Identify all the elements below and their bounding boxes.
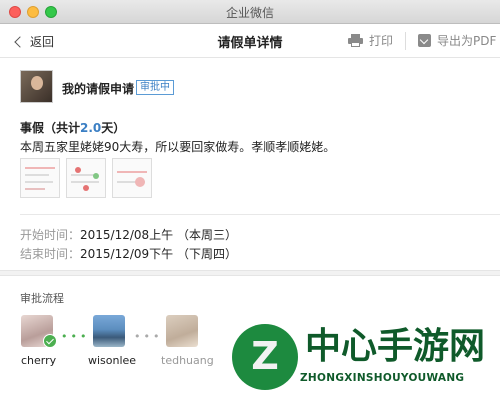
section-separator: [0, 270, 500, 276]
start-time-value: 2015/12/08上午 （本周三）: [80, 228, 237, 242]
leave-days: 2.0: [80, 121, 102, 135]
start-time-label: 开始时间：: [20, 228, 81, 242]
attachment-thumbnail-2[interactable]: [66, 158, 106, 198]
watermark-title: 中心手游网: [305, 325, 486, 367]
print-label: 打印: [369, 34, 394, 48]
start-time-row: 开始时间：2015/12/08上午 （本周三）: [20, 226, 237, 243]
flow-connector-done: •••: [61, 330, 90, 343]
nav-bar: 返回 请假单详情 打印 导出为PDF: [0, 25, 500, 58]
approver-avatar-wisonlee[interactable]: [93, 315, 125, 347]
window-titlebar: 企业微信: [0, 0, 500, 24]
attachment-thumbnail-1[interactable]: [20, 158, 60, 198]
printer-icon: [348, 34, 363, 47]
approver-avatar-tedhuang[interactable]: [166, 315, 198, 347]
approver-name: cherry: [21, 354, 57, 367]
approver-name: tedhuang: [161, 354, 214, 367]
end-time-row: 结束时间：2015/12/09下午 （下周四）: [20, 245, 237, 262]
section-divider: [20, 214, 500, 215]
print-button[interactable]: 打印: [348, 32, 393, 49]
window-title: 企业微信: [225, 6, 274, 20]
approved-check-icon: [43, 334, 57, 348]
end-time-value: 2015/12/09下午 （下周四）: [80, 247, 237, 261]
attachment-thumbnail-3[interactable]: [112, 158, 152, 198]
watermark-subtitle: ZHONGXINSHOUYOUWANG: [300, 372, 465, 384]
flow-connector-pending: •••: [134, 330, 163, 343]
export-label: 导出为PDF: [437, 34, 497, 48]
applicant-avatar: [20, 70, 53, 103]
toolbar-divider: [405, 32, 406, 50]
export-pdf-button[interactable]: 导出为PDF: [418, 32, 496, 49]
leave-reason: 本周五家里姥姥90大寿，所以要回家做寿。孝顺孝顺姥姥。: [20, 140, 336, 154]
request-title: 我的请假申请: [62, 82, 135, 96]
status-badge: 审批中: [136, 80, 174, 95]
end-time-label: 结束时间：: [20, 247, 81, 261]
watermark-logo-icon: [232, 324, 298, 390]
approval-flow-title: 审批流程: [20, 292, 64, 305]
approver-name: wisonlee: [88, 354, 137, 367]
download-icon: [418, 34, 431, 47]
leave-type-suffix: 天）: [101, 121, 126, 135]
leave-type: 事假（共计2.0天）: [20, 119, 125, 136]
leave-type-prefix: 事假（共计: [20, 121, 81, 135]
